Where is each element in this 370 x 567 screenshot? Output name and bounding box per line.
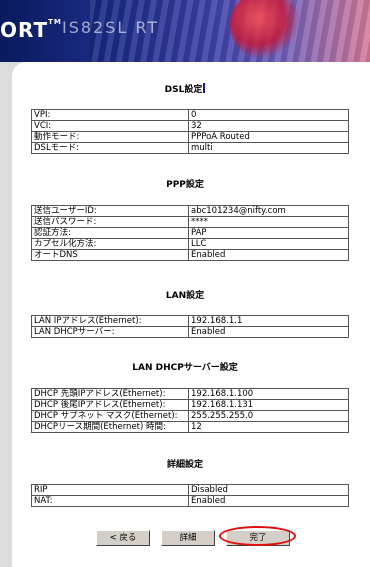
row-value: **** [188,216,349,228]
section-title-dhcp: LAN DHCPサーバー設定 [132,363,238,373]
table-row: DHCP 後尾IPアドレス(Ethernet): 192.168.1.131 [31,399,349,411]
row-label: DHCP 先頭IPアドレス(Ethernet): [31,388,189,400]
row-value: Enabled [188,495,349,507]
table-row: 認証方法: PAP [31,227,349,239]
row-value: PAP [188,227,349,239]
table-row: VCI: 32 [31,120,349,132]
row-value: PPPoA Routed [188,131,349,143]
row-label: DHCP サブネット マスク(Ethernet): [31,410,189,422]
detail-settings-table: RIP Disabled NAT: Enabled [31,484,349,507]
detail-button[interactable]: 詳細 [161,530,215,546]
ppp-settings-table: 送信ユーザーID: abc101234@nifty.com 送信パスワード: ***… [31,205,349,261]
banner-subtext: IS82SL RT [62,18,160,37]
table-row: NAT: Enabled [31,495,349,507]
table-row: DSLモード: multi [31,142,349,154]
table-row: DHCPリース期間(Ethernet) 時間: 12 [31,421,349,433]
dhcp-settings-table: DHCP 先頭IPアドレス(Ethernet): 192.168.1.100 DH… [31,388,349,433]
row-label: VCI: [31,120,189,132]
row-label: オートDNS [31,249,189,261]
row-value: 255.255.255.0 [188,410,349,422]
table-row: オートDNS Enabled [31,249,349,261]
lan-settings-table: LAN IPアドレス(Ethernet): 192.168.1.1 LAN DHC… [31,315,349,338]
table-row: LAN DHCPサーバー: Enabled [31,326,349,338]
row-label: 認証方法: [31,227,189,239]
header-banner: ORTTM IS82SL RT [0,0,370,62]
section-title-ppp: PPP設定 [166,180,204,190]
row-label: VPI: [31,109,189,121]
table-row: 動作モード: PPPoA Routed [31,131,349,143]
text-cursor [203,83,206,93]
row-label: DSLモード: [31,142,189,154]
dsl-settings-table: VPI: 0 VCI: 32 動作モード: PPPoA Routed DSLモード: m… [31,109,349,154]
row-value: Enabled [188,249,349,261]
row-label: 動作モード: [31,131,189,143]
row-value: 192.168.1.100 [188,388,349,400]
row-label: 送信ユーザーID: [31,205,189,217]
section-title-lan: LAN設定 [165,291,205,301]
row-label: RIP [31,484,189,496]
row-value: Enabled [188,326,349,338]
row-value: 192.168.1.1 [188,315,349,327]
row-label: DHCPリース期間(Ethernet) 時間: [31,421,189,433]
table-row: 送信パスワード: **** [31,216,349,228]
table-row: VPI: 0 [31,109,349,121]
row-label: カプセル化方法: [31,238,189,250]
row-label: NAT: [31,495,189,507]
row-label: 送信パスワード: [31,216,189,228]
section-title-dsl: DSL設定 [20,82,350,95]
table-row: DHCP サブネット マスク(Ethernet): 255.255.255.0 [31,410,349,422]
section-title-detail: 詳細設定 [166,460,203,470]
table-row: 送信ユーザーID: abc101234@nifty.com [31,205,349,217]
row-value: abc101234@nifty.com [188,205,349,217]
row-label: LAN IPアドレス(Ethernet): [31,315,189,327]
table-row: DHCP 先頭IPアドレス(Ethernet): 192.168.1.100 [31,388,349,400]
row-label: DHCP 後尾IPアドレス(Ethernet): [31,399,189,411]
back-button[interactable]: < 戻る [96,530,150,546]
table-row: カプセル化方法: LLC [31,238,349,250]
row-value: 12 [188,421,349,433]
row-value: multi [188,142,349,154]
row-label: LAN DHCPサーバー: [31,326,189,338]
row-value: 32 [188,120,349,132]
row-value: LLC [188,238,349,250]
table-row: RIP Disabled [31,484,349,496]
row-value: 0 [188,109,349,121]
row-value: 192.168.1.131 [188,399,349,411]
table-row: LAN IPアドレス(Ethernet): 192.168.1.1 [31,315,349,327]
brand-logo: ORTTM [0,18,62,42]
row-value: Disabled [188,484,349,496]
highlight-ring [219,526,296,546]
